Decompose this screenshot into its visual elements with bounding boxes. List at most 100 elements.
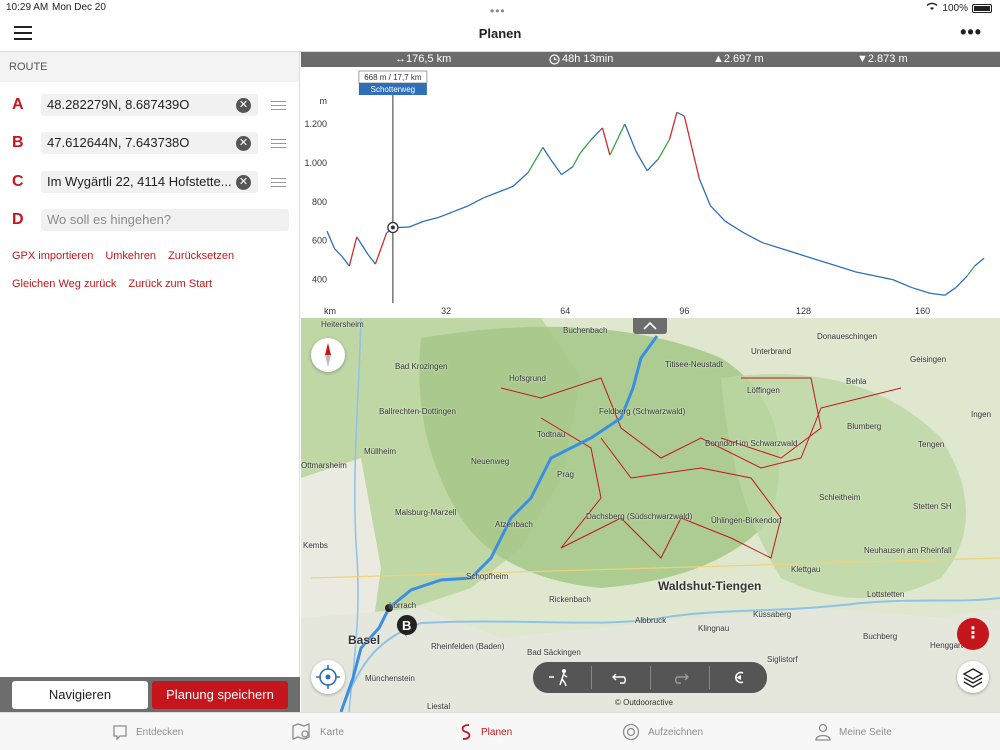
map-label: Malsburg-Marzell — [395, 508, 457, 517]
route-actions-row2: Gleichen Weg zurück Zurück zum Start — [12, 278, 212, 290]
map-label: Lottstetten — [867, 590, 905, 599]
locate-me-icon[interactable] — [311, 660, 345, 694]
map-view[interactable]: Heitersheim Buchenbach Donaueschingen Ba… — [301, 318, 1000, 712]
map-label: Hofsgrund — [509, 374, 546, 383]
tab-label: Meine Seite — [839, 726, 892, 738]
clear-icon[interactable]: ✕ — [236, 98, 251, 113]
map-label: Bonndorf im Schwarzwald — [705, 439, 798, 448]
profile-segment — [453, 205, 469, 213]
bottom-button-bar: Navigieren Planung speichern — [0, 677, 300, 712]
profile-segment — [955, 275, 968, 288]
profile-segment — [341, 255, 350, 267]
duration-stat: 48h 13min — [549, 53, 613, 65]
profile-segment — [799, 253, 819, 261]
x-axis-label: km — [324, 306, 336, 316]
map-label: Stetten SH — [913, 502, 952, 511]
profile-segment — [408, 220, 425, 228]
map-label: Atzenbach — [495, 520, 533, 529]
tab-label: Aufzeichnen — [648, 726, 704, 738]
waypoint-letter: B — [12, 134, 24, 151]
profile-segment — [356, 236, 369, 255]
elevation-profile[interactable]: 400 600 800 1.000 1.200 m 32 64 96 128 160 km 668 m … — [301, 67, 1000, 318]
tab-aufzeichnen[interactable]: Aufzeichnen — [622, 721, 703, 743]
profile-segment — [668, 112, 678, 140]
duration-value: 48h 13min — [562, 53, 614, 65]
profile-segment — [836, 265, 856, 273]
more-options-icon[interactable]: ••• — [960, 22, 982, 43]
waypoint-input-c[interactable]: Im Wygärtli 22, 4114 Hofstette... — [41, 171, 258, 193]
map-label: Löffingen — [747, 386, 780, 395]
map-label: Unterbrand — [751, 347, 792, 356]
tab-meine-seite[interactable]: Meine Seite — [815, 721, 892, 743]
map-label: Feldberg (Schwarzwald) — [599, 407, 686, 416]
waypoint-input-d[interactable]: Wo soll es hingehen? — [41, 209, 289, 231]
elevation-chart: 400 600 800 1.000 1.200 m 32 64 96 128 160 km 668 m … — [304, 70, 985, 316]
map-label: Liestal — [427, 702, 451, 711]
undo-icon[interactable] — [592, 662, 650, 693]
reset-link[interactable]: Zurücksetzen — [168, 250, 234, 262]
waypoint-input-a[interactable]: 48.282279N, 8.687439O — [41, 94, 258, 116]
drag-handle-icon[interactable] — [271, 139, 286, 151]
map-label: Albbruck — [635, 616, 667, 625]
waypoint-b-marker[interactable]: B — [395, 614, 419, 638]
routing-mode-hiking-icon[interactable] — [533, 662, 591, 693]
drag-handle-icon[interactable] — [271, 178, 286, 190]
same-way-back-link[interactable]: Gleichen Weg zurück — [12, 278, 116, 290]
map-label: Prag — [557, 470, 574, 479]
cursor-dot — [390, 225, 395, 230]
map-label: Bad Säckingen — [527, 648, 581, 657]
snap-to-route-icon[interactable] — [710, 662, 768, 693]
profile-segment — [676, 111, 685, 117]
back-to-start-link[interactable]: Zurück zum Start — [128, 278, 212, 290]
map-toolbar — [533, 662, 767, 693]
drag-handle-icon[interactable] — [271, 101, 286, 113]
reverse-link[interactable]: Umkehren — [105, 250, 156, 262]
map-label: Tengen — [918, 440, 945, 449]
waypoint-input-b[interactable]: 47.612644N, 7.643738O — [41, 132, 258, 154]
map-label: Schleitheim — [819, 493, 861, 502]
waypoint-row-b: B 47.612644N, 7.643738O ✕ — [0, 129, 300, 157]
tab-planen[interactable]: Planen — [459, 721, 512, 743]
profile-segment — [624, 123, 637, 152]
marker-label: B — [402, 618, 412, 633]
map-label: Rickenbach — [549, 595, 591, 604]
tab-entdecken[interactable]: Entdecken — [112, 721, 183, 743]
redo-icon[interactable] — [651, 662, 709, 693]
y-tick-label: 600 — [312, 236, 327, 246]
profile-segment — [374, 232, 388, 265]
clear-icon[interactable]: ✕ — [236, 136, 251, 151]
y-axis-label: m — [320, 96, 328, 106]
profile-segment — [601, 127, 611, 156]
battery-icon — [972, 3, 992, 13]
profile-segment — [974, 257, 985, 267]
ascent-stat: ▲2.697 m — [713, 53, 764, 65]
profile-segment — [423, 216, 439, 222]
waypoint-row-d: D Wo soll es hingehen? — [0, 206, 300, 234]
profile-segment — [743, 232, 763, 244]
chat-bubble-icon — [113, 725, 127, 740]
clear-icon[interactable]: ✕ — [236, 175, 251, 190]
profile-segment — [698, 178, 712, 206]
profile-segment — [966, 265, 976, 277]
waypoint-letter: A — [12, 96, 24, 113]
layers-icon[interactable] — [957, 661, 989, 693]
map-label: Küssaberg — [753, 610, 792, 619]
map-label: Schopfheim — [466, 572, 509, 581]
profile-segment — [929, 292, 945, 296]
save-plan-button[interactable]: Planung speichern — [152, 681, 288, 709]
profile-segment — [438, 210, 454, 219]
profile-segment — [683, 116, 693, 148]
tab-karte[interactable]: Karte — [292, 721, 344, 743]
gpx-import-link[interactable]: GPX importieren — [12, 250, 93, 262]
wifi-icon — [926, 2, 938, 14]
map-menu-button[interactable]: ⋮ — [957, 618, 989, 650]
map-label: Lörrach — [389, 601, 417, 610]
map-label: Heitersheim — [321, 320, 364, 329]
compass-icon[interactable] — [311, 338, 345, 372]
expand-chevron-up-icon[interactable] — [633, 318, 667, 334]
navigate-button[interactable]: Navigieren — [12, 681, 148, 709]
battery-percent: 100% — [942, 2, 968, 14]
map-label: Siglistorf — [767, 655, 798, 664]
profile-segment — [724, 220, 745, 234]
profile-segment — [561, 166, 574, 176]
